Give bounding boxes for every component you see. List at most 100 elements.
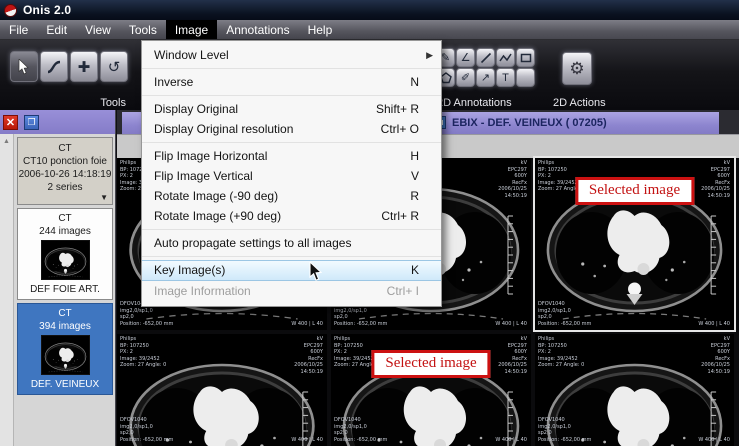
menu-item-shortcut: Ctrl+ O — [380, 122, 419, 136]
line-tool-button[interactable] — [476, 48, 495, 67]
series-card-def-foie-art[interactable]: CT 244 images DEF FOIE ART. — [17, 208, 113, 300]
menu-tools[interactable]: Tools — [120, 20, 166, 39]
menu-item-rotate-image-90-deg[interactable]: Rotate Image (-90 deg) R — [142, 186, 441, 206]
arrow-tool-button[interactable]: ↗ — [476, 68, 495, 87]
cursor-icon — [17, 58, 31, 75]
chevron-down-icon[interactable]: ▼ — [100, 193, 108, 202]
overlay-top-right: kVEPC297600YRecFx2006/10/2514:50:19 — [498, 160, 527, 199]
text-tool-button[interactable]: T — [496, 68, 515, 87]
overlay-top-left: PhilipsBP: 107250PX: 2Image: 39/2452Zoom… — [538, 336, 585, 368]
menu-item-display-original-resolution[interactable]: Display Original resolution Ctrl+ O — [142, 119, 441, 139]
menu-item-label: Image Information — [154, 284, 251, 298]
gear-icon: ⚙ — [569, 58, 585, 78]
menu-item-label: Flip Image Vertical — [154, 169, 253, 183]
menu-item-label: Display Original — [154, 102, 239, 116]
overlay-top-left: PhilipsBP: 107250PX: 2Image: 39/2452Zoom… — [120, 336, 167, 368]
blank-tool-button[interactable] — [516, 68, 535, 87]
mouse-cursor-icon — [309, 260, 324, 287]
overlay-window-level: W 400 | L 40 — [698, 320, 730, 327]
menu-view[interactable]: View — [76, 20, 120, 39]
overlay-window-level: W 400 | L 40 — [495, 320, 527, 327]
menu-item-rotate-image-90-deg[interactable]: Rotate Image (+90 deg) Ctrl+ R — [142, 206, 441, 226]
ct-axial-slice — [41, 336, 89, 374]
menu-bar: File Edit View Tools Image Annotations H… — [0, 20, 739, 40]
overlay-top-right: kVEPC297600YRecFx2006/10/2514:50:19 — [701, 160, 730, 199]
menu-item-shortcut: N — [410, 75, 419, 89]
actions-gear-button[interactable]: ⚙ — [562, 52, 592, 85]
image-menu-dropdown: Window Level ▶ Inverse N Display Original Shi… — [141, 40, 442, 307]
pan-move-tool-button[interactable]: ✚ — [70, 51, 98, 82]
overlay-bottom-left: DFOV1040img2,0/sp1,0sp2,0Position: -652,… — [334, 417, 388, 443]
menu-item-label: Rotate Image (+90 deg) — [154, 209, 282, 223]
menu-item-flip-image-horizontal[interactable]: Flip Image Horizontal H — [142, 146, 441, 166]
close-icon[interactable]: ✕ — [3, 114, 18, 130]
overlay-bottom-left: DFOV1040img2,0/sp1,0sp2,0Position: -652,… — [538, 301, 592, 327]
ct-axial-slice — [41, 241, 89, 279]
study-modality: CT — [58, 143, 72, 154]
overlay-window-level: W 400 | L 40 — [698, 436, 730, 443]
ct-image-cell-r1c0[interactable]: Philips BP: 107250 PX: 2 Image: 39/2452 Zoom… — [117, 334, 327, 446]
study-series-count: 2 series — [47, 182, 83, 193]
polyline-icon — [499, 52, 512, 64]
angle-tool-button[interactable]: ∠ — [456, 48, 475, 67]
menu-item-shortcut: K — [410, 263, 419, 277]
menu-item-label: Rotate Image (-90 deg) — [154, 189, 279, 203]
overlay-window-level: W 400 | L 40 — [495, 436, 527, 443]
line-icon — [480, 52, 492, 64]
series-name: DEF. VEINEUX — [30, 379, 100, 390]
cursor-tool-button[interactable] — [10, 51, 38, 82]
study-card[interactable]: CT CT10 ponction foie 2006-10-26 14:18:1… — [17, 137, 113, 205]
menu-item-inverse[interactable]: Inverse N — [142, 72, 441, 92]
menu-file[interactable]: File — [0, 20, 37, 39]
menu-separator — [142, 142, 441, 143]
rotate-icon: ↺ — [107, 58, 121, 76]
tools-group-label: Tools — [100, 97, 126, 109]
ct-image-cell-r0c2[interactable]: Philips BP: 107250 PX: 2 Image: 39/2452 Zoom… — [533, 156, 736, 332]
menu-item-display-original[interactable]: Display Original Shift+ R — [142, 99, 441, 119]
menu-image[interactable]: Image — [165, 20, 218, 39]
menu-item-shortcut: Ctrl+ I — [386, 284, 419, 298]
ct-image-cell-r1c1[interactable]: Philips BP: 107250 PX: 2 Image: 39/2452 Zoom… — [331, 334, 531, 446]
menu-item-label: Inverse — [154, 75, 194, 89]
series-image-count: 394 images — [39, 321, 91, 332]
menu-separator — [142, 229, 441, 230]
menu-edit[interactable]: Edit — [37, 20, 76, 39]
text-icon: T — [502, 71, 509, 84]
menu-annotations[interactable]: Annotations — [217, 20, 298, 39]
menu-item-window-level[interactable]: Window Level ▶ — [142, 45, 441, 65]
menu-item-shortcut: Ctrl+ R — [381, 209, 419, 223]
angle-icon: ∠ — [460, 52, 471, 64]
polyline-tool-button[interactable] — [496, 48, 515, 67]
series-modality: CT — [58, 308, 72, 319]
sidebar-scrollbar[interactable]: ▲ — [0, 134, 14, 446]
rectangle-tool-button[interactable] — [516, 48, 535, 67]
menu-separator — [142, 68, 441, 69]
series-card-def-veineux[interactable]: CT 394 images DEF. VEINEUX — [17, 303, 113, 395]
menu-item-shortcut: V — [410, 169, 419, 183]
sidebar-header: ✕ ❐ — [0, 110, 115, 134]
menu-help[interactable]: Help — [299, 20, 342, 39]
study-datetime: 2006-10-26 14:18:19 — [18, 169, 112, 180]
menu-item-key-image-s[interactable]: Key Image(s) K — [142, 260, 441, 281]
window-level-curve-tool-button[interactable] — [40, 51, 68, 82]
title-bar: Onis 2.0 — [0, 0, 739, 20]
selected-image-label: Selected image — [574, 177, 695, 205]
menu-item-image-information: Image Information Ctrl+ I — [142, 281, 441, 301]
series-tab-title: EBIX - DEF. VEINEUX ( 07205) — [452, 117, 607, 129]
rotate-tool-button[interactable]: ↺ — [100, 51, 128, 82]
window-level-curve-icon — [46, 59, 62, 75]
restore-window-icon[interactable]: ❐ — [24, 114, 39, 130]
ct-image-cell-r1c2[interactable]: Philips BP: 107250 PX: 2 Image: 39/2452 Zoom… — [535, 334, 734, 446]
series-name: DEF FOIE ART. — [30, 284, 100, 295]
menu-item-flip-image-vertical[interactable]: Flip Image Vertical V — [142, 166, 441, 186]
menu-item-label: Flip Image Horizontal — [154, 149, 268, 163]
menu-separator — [142, 95, 441, 96]
marker-tool-button[interactable]: ✐ — [456, 68, 475, 87]
series-image-count: 244 images — [39, 226, 91, 237]
menu-item-shortcut: Shift+ R — [375, 102, 419, 116]
overlay-top-right: kVEPC297600YRecFx2006/10/2514:50:19 — [498, 336, 527, 375]
overlay-top-right: kVEPC297600YRecFx2006/10/2514:50:19 — [701, 336, 730, 375]
arrow-icon: ↗ — [480, 72, 491, 84]
scroll-up-arrow-icon[interactable]: ▲ — [0, 134, 13, 145]
menu-item-auto-propagate-settings-to-all-images[interactable]: Auto propagate settings to all images — [142, 233, 441, 253]
